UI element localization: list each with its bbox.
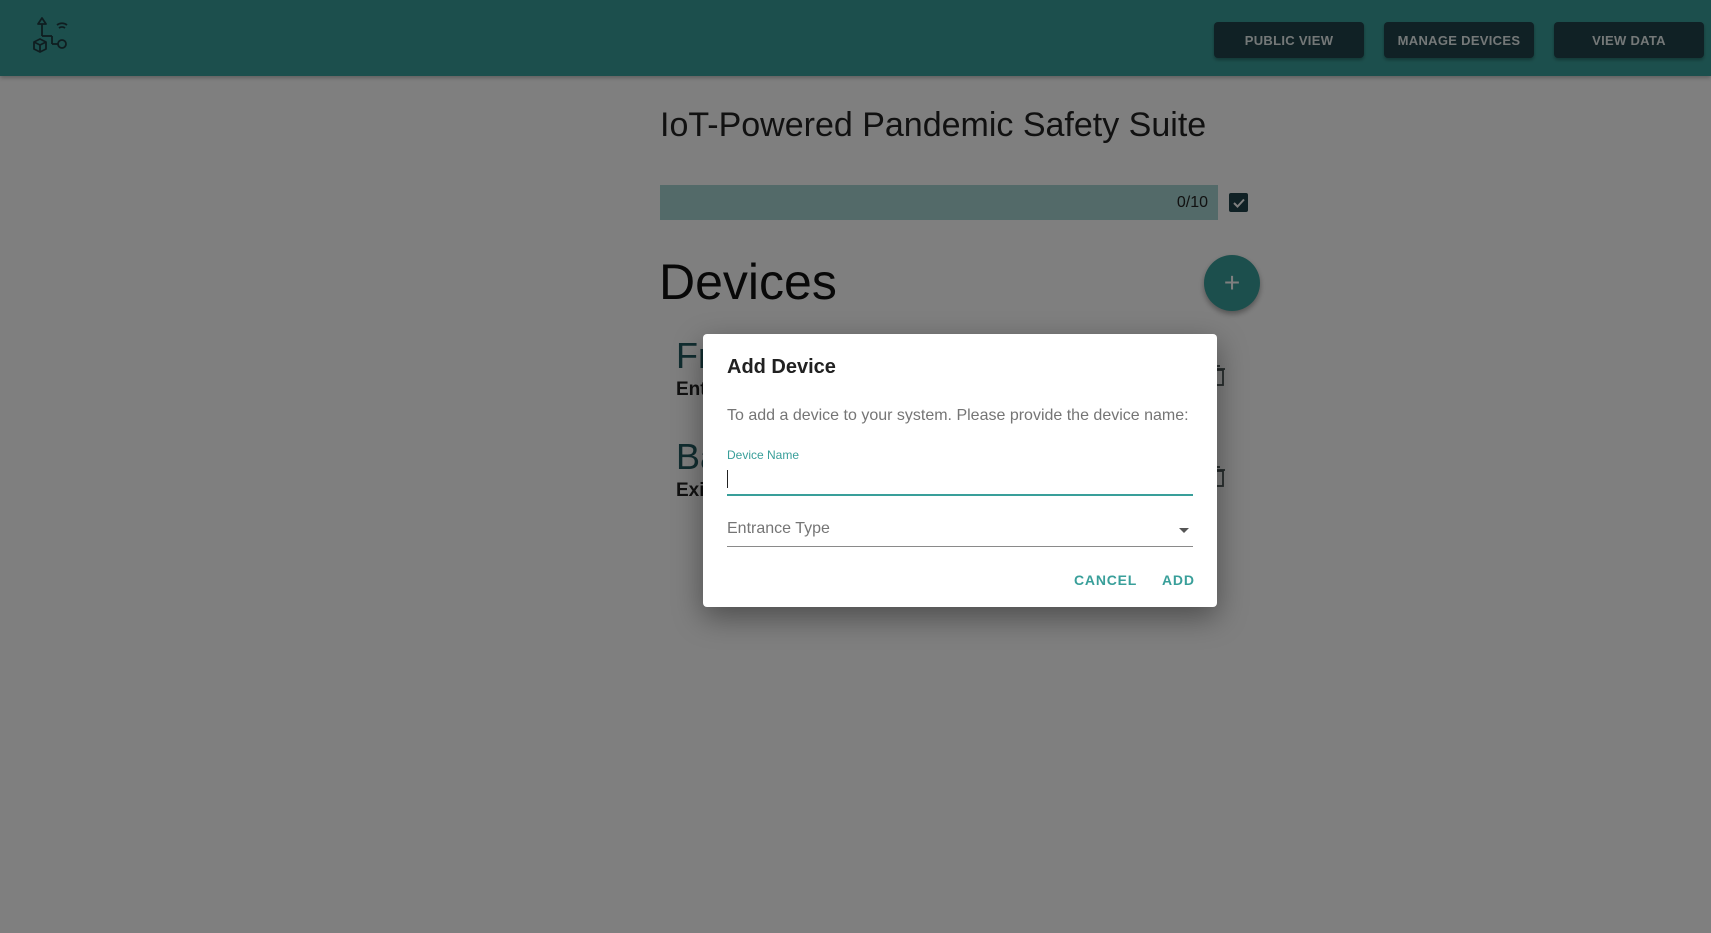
text-caret [727,470,728,488]
dialog-title: Add Device [727,356,836,378]
device-name-input[interactable] [727,464,1193,496]
dropdown-arrow-icon [1179,528,1189,533]
dialog-description: To add a device to your system. Please p… [727,407,1189,424]
device-name-label: Device Name [727,448,800,462]
add-device-dialog: Add Device To add a device to your syste… [703,334,1217,607]
add-button[interactable]: ADD [1162,572,1195,588]
entrance-type-select[interactable]: Entrance Type [727,516,1193,547]
cancel-button[interactable]: CANCEL [1074,572,1137,588]
entrance-type-label: Entrance Type [727,520,830,537]
